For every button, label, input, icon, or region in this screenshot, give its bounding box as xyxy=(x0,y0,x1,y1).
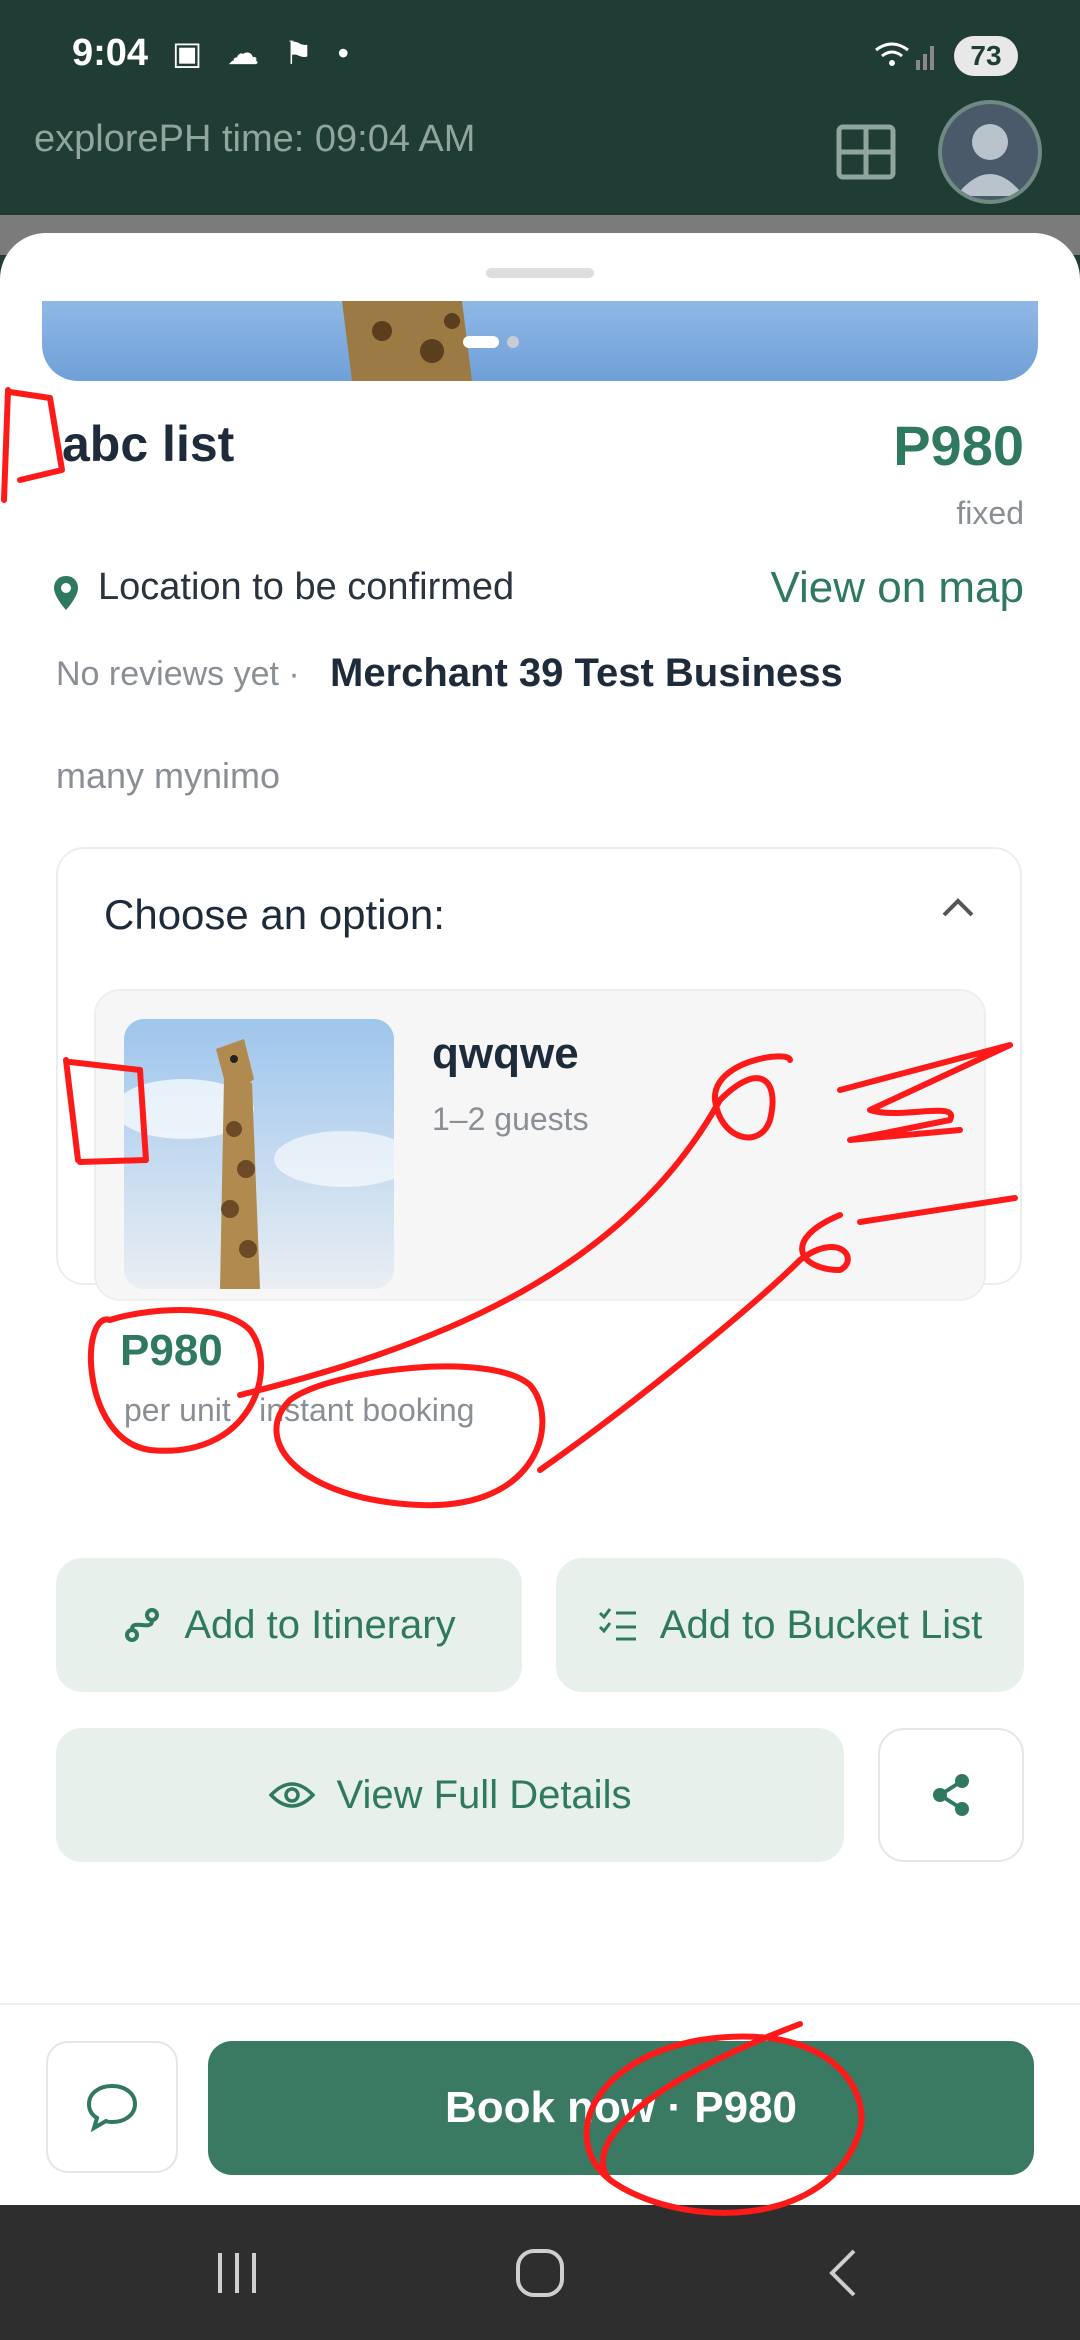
system-nav-bar xyxy=(0,2205,1080,2340)
option-thumbnail xyxy=(124,1019,394,1289)
header-time-label: explorePH time: 09:04 AM xyxy=(34,118,476,160)
view-full-details-button[interactable]: View Full Details xyxy=(56,1728,844,1862)
option-card[interactable]: qwqwe 1–2 guests xyxy=(94,989,986,1301)
status-time: 9:04 xyxy=(72,32,149,74)
checklist-icon xyxy=(598,1608,636,1641)
merchant-link[interactable]: Merchant 39 Test Business xyxy=(330,651,843,696)
add-to-itinerary-label: Add to Itinerary xyxy=(184,1602,456,1647)
share-icon xyxy=(933,1774,969,1816)
back-icon[interactable] xyxy=(824,2247,864,2299)
user-avatar-icon[interactable] xyxy=(938,100,1042,204)
route-icon xyxy=(125,1608,160,1642)
recent-apps-icon[interactable] xyxy=(214,2247,260,2299)
option-meta: per unit · instant booking xyxy=(124,1392,475,1428)
chevron-up-icon[interactable] xyxy=(938,893,978,923)
view-on-map-link[interactable]: View on map xyxy=(770,563,1024,613)
chat-bubble-icon xyxy=(86,2083,138,2132)
price-type: fixed xyxy=(956,495,1024,531)
share-button[interactable] xyxy=(878,1728,1024,1862)
booking-bar: Book now · P980 xyxy=(0,2003,1080,2207)
options-section: Choose an option: qwqwe 1–2 guests xyxy=(56,847,1022,1301)
notification-icons: ▣ ☁ ⚑ • xyxy=(172,35,357,71)
eye-icon xyxy=(268,1782,315,1808)
sheet-drag-handle[interactable] xyxy=(486,268,594,278)
option-name: qwqwe xyxy=(432,1029,579,1078)
carousel-dot[interactable] xyxy=(507,336,519,348)
add-to-itinerary-button[interactable]: Add to Itinerary xyxy=(56,1558,522,1692)
signal-icon xyxy=(870,36,940,80)
listing-price: P980 xyxy=(893,414,1024,477)
add-to-bucket-list-label: Add to Bucket List xyxy=(659,1602,983,1647)
option-price: P980 xyxy=(120,1326,223,1375)
listing-description: many mynimo xyxy=(56,755,281,796)
listing-title: abc list xyxy=(62,416,235,472)
home-icon[interactable] xyxy=(514,2247,566,2299)
chat-button[interactable] xyxy=(46,2041,178,2173)
grid-icon[interactable] xyxy=(836,124,896,180)
view-full-details-label: View Full Details xyxy=(336,1772,632,1817)
options-heading: Choose an option: xyxy=(104,891,445,938)
app-header: 9:04 ▣ ☁ ⚑ • 73 explorePH time: 09:04 AM xyxy=(0,0,1080,215)
location-pin-icon xyxy=(52,575,80,611)
add-to-bucket-list-button[interactable]: Add to Bucket List xyxy=(556,1558,1024,1692)
location-text: Location to be confirmed xyxy=(98,566,515,608)
carousel-dot-active[interactable] xyxy=(463,336,499,348)
hero-image-carousel[interactable] xyxy=(42,301,1038,381)
battery-indicator: 73 xyxy=(954,36,1018,76)
reviews-text: No reviews yet · xyxy=(56,655,300,693)
book-now-button[interactable]: Book now · P980 xyxy=(208,2041,1034,2175)
option-guests: 1–2 guests xyxy=(432,1101,589,1137)
